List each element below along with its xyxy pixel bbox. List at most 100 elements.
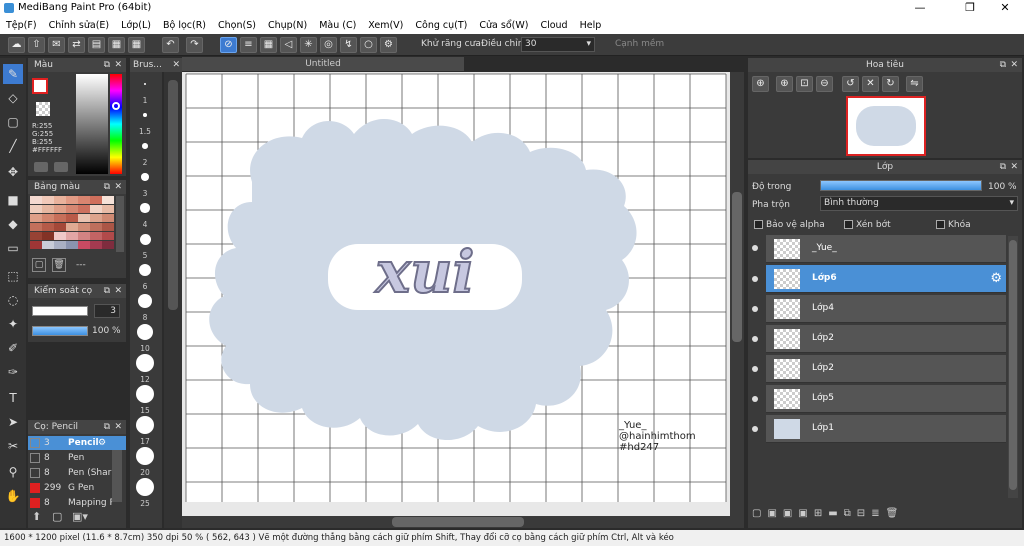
palette-swatch[interactable] [54,205,66,213]
merge-layer-icon[interactable]: ⊟ [857,508,871,519]
gear-icon[interactable]: ⚙ [990,271,1002,286]
palette-swatch[interactable] [90,223,102,231]
palette-swatch[interactable] [78,214,90,222]
flip-icon[interactable]: ⇋ [906,76,923,92]
hand-tool-icon[interactable]: ✋ [3,486,23,506]
snap-grid-icon[interactable]: ▦ [260,37,277,53]
snap-circle-icon[interactable]: ◎ [320,37,337,53]
palette-swatch[interactable] [90,241,102,249]
move-tool-icon[interactable]: ✥ [3,162,23,182]
palette-swatch[interactable] [90,232,102,240]
menu-cloud[interactable]: Cloud [534,20,573,31]
brush-size-dot[interactable] [139,233,151,245]
layer-item[interactable]: _Yue_ [766,235,1006,263]
palette-swatch[interactable] [78,196,90,204]
palette-swatch[interactable] [42,205,54,213]
snap-perspective-icon[interactable]: ◁ [280,37,297,53]
palette-swatch[interactable] [66,214,78,222]
rotate-left-icon[interactable]: ↺ [842,76,859,92]
add-brush-icon[interactable]: ⬆ [32,510,46,524]
menu-layer[interactable]: Lớp(L) [115,20,157,31]
gear-icon[interactable]: ⚙ [98,436,106,450]
canvas-hscrollbar[interactable] [392,517,524,527]
layer-settings-icon[interactable]: ≣ [871,508,885,519]
canvas-art[interactable]: xui _Yue_ @hainhimthom #hd247 [182,72,730,516]
palette-swatch[interactable] [102,214,114,222]
close-icon[interactable]: ✕ [114,58,122,72]
snap-curve-icon[interactable]: ↯ [340,37,357,53]
menu-window[interactable]: Cửa sổ(W) [473,20,534,31]
add-layer-menu-icon[interactable]: ⊞ [814,508,828,519]
navigator-thumbnail[interactable] [846,96,926,156]
line-tool-icon[interactable]: ╱ [3,136,23,156]
close-icon[interactable]: ✕ [1010,58,1018,72]
folder-icon[interactable]: ▬ [828,508,843,519]
layer-item[interactable]: Lớp2 [766,355,1006,383]
text-tool-icon[interactable]: T [3,388,23,408]
snap-settings-icon[interactable]: ⚙ [380,37,397,53]
new-8bit-layer-icon[interactable]: ▣ [783,508,798,519]
snap-ellipse-icon[interactable]: ○ [360,37,377,53]
share-icon[interactable]: ⇄ [68,37,85,53]
close-icon[interactable]: ✕ [1010,160,1018,174]
menu-snap[interactable]: Chụp(N) [262,20,313,31]
layer-item[interactable]: Lớp2 [766,325,1006,353]
adjust-select[interactable]: 30 ▾ [521,37,595,52]
eye-icon[interactable] [752,336,758,342]
swap-color-button[interactable] [34,162,48,172]
palette-swatch[interactable] [78,223,90,231]
detach-icon[interactable]: ⧉ [1000,58,1006,72]
lock-checkbox[interactable] [936,220,945,229]
protect-alpha-checkbox[interactable] [754,220,763,229]
select-eraser-tool-icon[interactable]: ✑ [3,362,23,382]
fill-rect-tool-icon[interactable]: ■ [3,190,23,210]
zoom-out-icon[interactable]: ⊖ [816,76,833,92]
comment-icon[interactable]: ✉ [48,37,65,53]
new-halftone-layer-icon[interactable]: ▣ [767,508,782,519]
brush-size-dot[interactable] [141,173,149,181]
fit-icon[interactable]: ⊡ [796,76,813,92]
brush-size-dot[interactable] [136,354,154,372]
layer-scrollbar[interactable] [1009,240,1017,490]
palette-swatch[interactable] [102,241,114,249]
close-icon[interactable]: ✕ [172,58,180,72]
new-layer-icon[interactable]: ▢ [752,508,767,519]
palette-swatch[interactable] [54,223,66,231]
palette-scrollbar[interactable] [116,196,124,252]
duplicate-layer-icon[interactable]: ⧉ [844,508,857,519]
magic-wand-tool-icon[interactable]: ✦ [3,314,23,334]
eye-icon[interactable] [752,366,758,372]
upload-icon[interactable]: ⇧ [28,37,45,53]
palette-swatch[interactable] [78,241,90,249]
snap-off-icon[interactable]: ⊘ [220,37,237,53]
eye-icon[interactable] [752,306,758,312]
snap-radial-icon[interactable]: ✳ [300,37,317,53]
eye-icon[interactable] [752,396,758,402]
menu-view[interactable]: Xem(V) [362,20,409,31]
palette-swatch[interactable] [54,241,66,249]
brush-size-dot[interactable] [136,385,154,403]
brush-size-dot[interactable] [144,83,146,85]
menu-tools[interactable]: Công cụ(T) [409,20,473,31]
menu-filter[interactable]: Bộ lọc(R) [157,20,212,31]
palette-swatch[interactable] [54,196,66,204]
palette-swatch[interactable] [30,214,42,222]
detach-icon[interactable]: ⧉ [104,420,110,434]
select-pen-tool-icon[interactable]: ✐ [3,338,23,358]
brush-tool-icon[interactable]: ✎ [3,64,23,84]
palette-swatch[interactable] [102,223,114,231]
palette-swatch[interactable] [30,232,42,240]
palette-swatch[interactable] [66,196,78,204]
menu-color[interactable]: Màu (C) [313,20,362,31]
palette-swatch[interactable] [54,214,66,222]
palette-swatch[interactable] [42,223,54,231]
redo-icon[interactable]: ↷ [186,37,203,53]
brush-size-dot[interactable] [143,113,147,117]
zoom-icon[interactable]: ⊕ [752,76,769,92]
menu-edit[interactable]: Chỉnh sửa(E) [43,20,116,31]
palette-swatch[interactable] [30,205,42,213]
detach-icon[interactable]: ⧉ [104,58,110,72]
eye-icon[interactable] [752,276,758,282]
brush-size-dot[interactable] [140,203,150,213]
palette-swatch[interactable] [66,205,78,213]
